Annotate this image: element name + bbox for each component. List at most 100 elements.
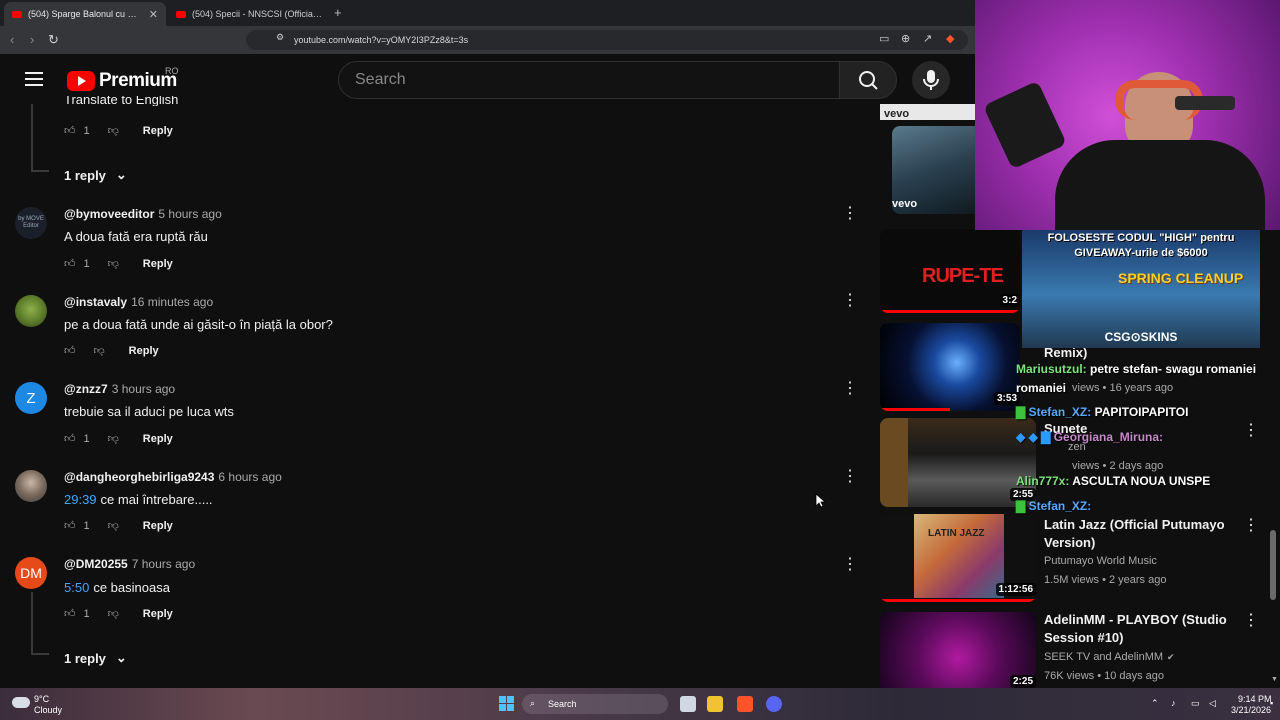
avatar[interactable] [15, 470, 47, 502]
reply-button[interactable]: Reply [143, 608, 173, 620]
comment-text: 29:39 ce mai întrebare..... [64, 492, 213, 507]
tab-title: (504) Specii - NNSCSI (Official Video) [192, 9, 322, 19]
reply-button[interactable]: Reply [129, 345, 159, 357]
scrollbar-thumb[interactable] [1270, 530, 1276, 600]
dislike-icon[interactable]: 👎︎ [108, 432, 119, 445]
timestamp-link[interactable]: 29:39 [64, 492, 97, 507]
avatar[interactable]: Z [15, 382, 47, 414]
comment-author[interactable]: @dangheorghebirliga9243 [64, 470, 214, 484]
taskbar-search[interactable]: ⌕ Search [522, 694, 668, 714]
new-tab-icon[interactable]: + [334, 5, 342, 20]
channel-name[interactable]: SEEK TV and AdelinMM [1044, 651, 1163, 663]
scroll-down-icon[interactable]: ▼ [1271, 676, 1278, 683]
avatar[interactable]: by MOVE Editor [15, 207, 47, 239]
like-icon[interactable]: 👍︎ [64, 432, 76, 445]
reply-button[interactable]: Reply [143, 258, 173, 270]
weather-desc[interactable]: Cloudy [34, 705, 62, 715]
reply-button[interactable]: Reply [143, 520, 173, 532]
browser-tab-active[interactable]: (504) Sparge Balonul cu Ghebo... ✕ [4, 2, 166, 26]
dislike-icon[interactable]: 👎︎ [108, 519, 119, 532]
like-icon[interactable]: 👍︎ [64, 124, 76, 137]
comment-time[interactable]: 3 hours ago [112, 382, 175, 396]
more-options-icon[interactable]: ⋮ [842, 557, 858, 573]
replies-count: 1 reply [64, 650, 106, 666]
reply-button[interactable]: Reply [143, 433, 173, 445]
weather-temp[interactable]: 9°C [34, 694, 49, 704]
forward-icon[interactable]: › [30, 32, 34, 47]
speaker-icon[interactable]: ♪ [1171, 698, 1176, 708]
site-info-icon[interactable]: ⚙ [276, 32, 284, 43]
more-options-icon[interactable]: ⋮ [1243, 613, 1259, 629]
search-button[interactable] [839, 61, 897, 99]
dislike-icon[interactable]: 👎︎ [108, 124, 119, 137]
more-options-icon[interactable]: ⋮ [842, 293, 858, 309]
thread-line [31, 653, 49, 655]
task-view-icon[interactable] [680, 696, 696, 712]
comment-time[interactable]: 7 hours ago [132, 557, 195, 571]
discord-icon[interactable] [766, 696, 782, 712]
menu-icon[interactable] [25, 72, 43, 86]
search-input[interactable]: Search [338, 61, 840, 99]
dislike-icon[interactable]: 👎︎ [108, 257, 119, 270]
timestamp-link[interactable]: 5:50 [64, 580, 89, 595]
share-icon[interactable]: ↗ [923, 32, 932, 45]
like-count: 1 [83, 257, 90, 270]
avatar[interactable]: DM [15, 557, 47, 589]
reload-icon[interactable]: ↻ [48, 32, 59, 48]
like-icon[interactable]: 👍︎ [64, 257, 76, 270]
brave-browser-icon[interactable] [737, 696, 753, 712]
voice-search-button[interactable] [912, 61, 950, 99]
comment-time[interactable]: 5 hours ago [158, 207, 221, 221]
more-options-icon[interactable]: ⋮ [1243, 423, 1259, 439]
notification-icon[interactable]: ▪ [1270, 698, 1273, 708]
reply-button[interactable]: Reply [143, 125, 173, 137]
volume-icon[interactable]: ◁ [1209, 698, 1216, 709]
zoom-icon[interactable]: ⊕ [901, 32, 910, 45]
replies-toggle[interactable]: 1 reply ⌄ [64, 650, 127, 666]
comment-author[interactable]: @instavaly [64, 295, 127, 309]
cast-icon[interactable]: ▭ [879, 32, 889, 45]
recommendation-thumbnail[interactable]: 3:53 [880, 323, 1020, 411]
like-count: 1 [83, 432, 90, 445]
youtube-logo[interactable]: Premium [67, 70, 177, 92]
more-options-icon[interactable]: ⋮ [842, 469, 858, 485]
more-options-icon[interactable]: ⋮ [842, 381, 858, 397]
network-icon[interactable]: ▭ [1191, 698, 1200, 709]
recommendation-thumbnail[interactable]: 2:55 [880, 418, 1036, 507]
avatar[interactable] [15, 295, 47, 327]
tab-close-icon[interactable]: ✕ [149, 8, 158, 21]
channel-name[interactable]: Putumayo World Music [1044, 555, 1157, 567]
comment-author[interactable]: @znzz7 [64, 382, 108, 396]
recommendation-thumbnail-partial[interactable]: vevo [880, 104, 975, 120]
more-options-icon[interactable]: ⋮ [1243, 518, 1259, 534]
browser-tab[interactable]: (504) Specii - NNSCSI (Official Video) [168, 2, 330, 26]
address-bar[interactable]: youtube.com/watch?v=yOMY2I3PZz8&t=3s [246, 30, 968, 50]
recommendation-thumbnail[interactable]: RUPE-TE 3:2 [880, 229, 1020, 313]
more-options-icon[interactable]: ⋮ [842, 206, 858, 222]
like-icon[interactable]: 👍︎ [64, 607, 76, 620]
dislike-icon[interactable]: 👎︎ [94, 344, 105, 357]
back-icon[interactable]: ‹ [10, 32, 14, 47]
comment-meta: @instavaly 16 minutes ago [64, 295, 213, 309]
video-title[interactable]: Latin Jazz (Official Putumayo Version) [1044, 516, 1240, 552]
video-stats: views • 2 days ago [1072, 460, 1164, 472]
comment-author[interactable]: @bymoveeditor [64, 207, 154, 221]
comment-time[interactable]: 6 hours ago [218, 470, 281, 484]
microphone-icon [923, 70, 939, 90]
like-icon[interactable]: 👍︎ [64, 519, 76, 532]
video-title[interactable]: AdelinMM - PLAYBOY (Studio Session #10) [1044, 611, 1244, 647]
clock-date[interactable]: 3/21/2026 [1231, 705, 1271, 715]
windows-start-icon[interactable] [499, 696, 514, 711]
comment-time[interactable]: 16 minutes ago [131, 295, 213, 309]
tray-chevron-icon[interactable]: ⌃ [1151, 698, 1159, 709]
file-explorer-icon[interactable] [707, 696, 723, 712]
comment-author[interactable]: @DM20255 [64, 557, 128, 571]
recommendation-thumbnail[interactable]: vevo [892, 126, 975, 214]
recommendation-thumbnail[interactable]: LATIN JAZZ 1:12:56 [880, 514, 1036, 602]
clock-time[interactable]: 9:14 PM [1238, 694, 1272, 704]
replies-toggle[interactable]: 1 reply ⌄ [64, 167, 127, 183]
like-icon[interactable]: 👍︎ [64, 344, 76, 357]
recommendation-thumbnail[interactable]: 2:25 [880, 612, 1036, 688]
dislike-icon[interactable]: 👎︎ [108, 607, 119, 620]
brave-shield-icon[interactable]: ◆ [946, 32, 954, 45]
